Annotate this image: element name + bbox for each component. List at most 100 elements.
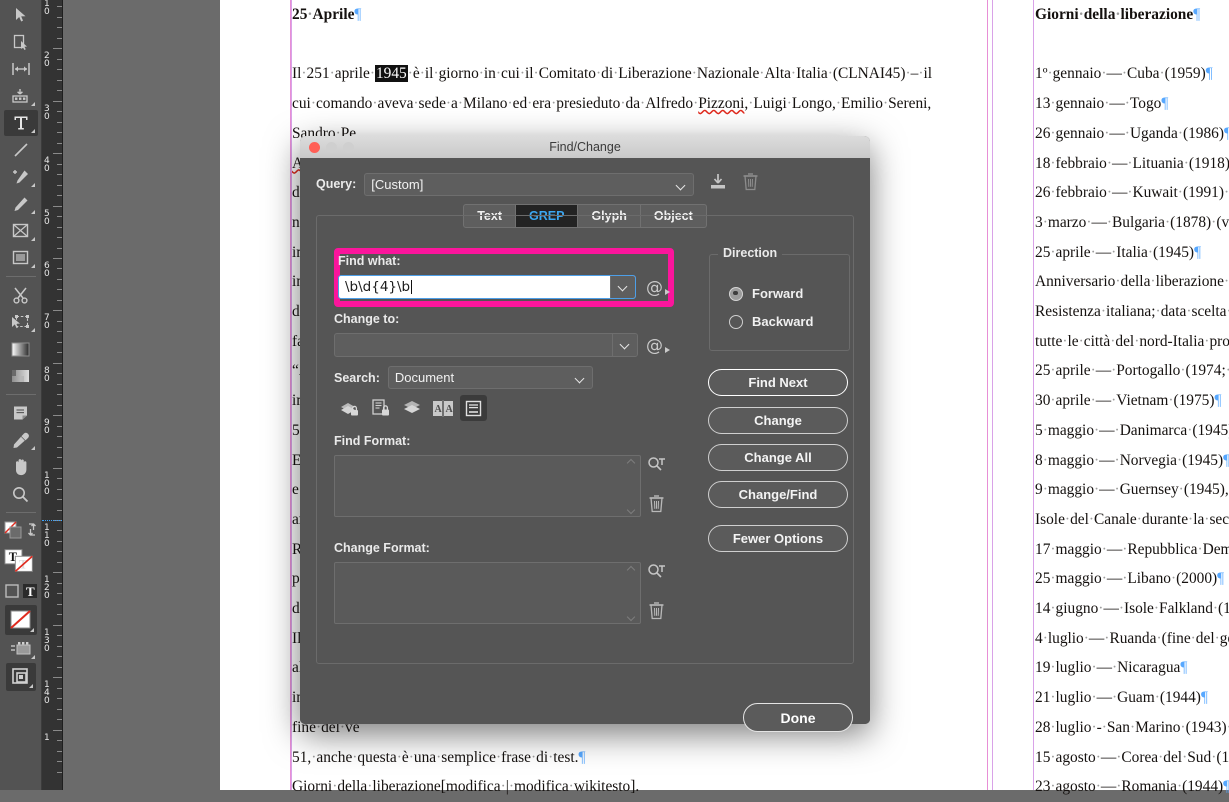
vertical-ruler[interactable]: 1020304050607080901001101201301401 — [42, 0, 63, 790]
selection-tool[interactable] — [4, 2, 38, 28]
ruler-tick — [57, 321, 62, 322]
change-format-clear-icon[interactable] — [648, 601, 665, 625]
find-what-dropdown[interactable] — [610, 276, 635, 298]
tool-flyout-corner — [31, 655, 35, 659]
find-next-button[interactable]: Find Next — [708, 369, 848, 396]
direction-backward-option[interactable]: Backward — [729, 314, 813, 329]
apply-none-swatch[interactable] — [5, 605, 37, 635]
ruler-tick — [53, 206, 62, 207]
type-tool[interactable] — [4, 110, 38, 136]
ruler-tick — [57, 38, 62, 39]
line-tool[interactable] — [4, 137, 38, 163]
done-button[interactable]: Done — [743, 703, 853, 732]
ruler-tick — [57, 709, 62, 710]
find-format-specify-icon[interactable] — [647, 456, 666, 480]
change-to-input[interactable] — [334, 333, 638, 357]
change-format-box[interactable] — [334, 562, 641, 624]
content-collector-tool[interactable] — [4, 83, 38, 109]
rectangle-tool[interactable] — [4, 245, 38, 271]
pen-tool[interactable] — [4, 164, 38, 190]
query-value: [Custom] — [371, 177, 423, 192]
screen-mode[interactable] — [6, 663, 36, 691]
normal-view-mode[interactable] — [4, 636, 38, 662]
ruler-tick — [53, 625, 62, 626]
document-line: 5·maggio·—·Danimarca·(1945),·Pae — [1035, 416, 1229, 446]
ruler-tick — [53, 468, 62, 469]
maximize-window-button[interactable] — [343, 142, 354, 153]
ruler-tick — [53, 572, 62, 573]
delete-query-icon[interactable] — [742, 172, 759, 196]
tool-flyout-corner — [31, 237, 35, 241]
ruler-tick — [57, 635, 62, 636]
ruler-tick — [57, 751, 62, 752]
include-master-pages-icon[interactable]: AA — [429, 395, 456, 421]
document-line: 17·maggio·—·Repubblica·Democrat — [1035, 535, 1229, 565]
direct-selection-tool[interactable] — [4, 29, 38, 55]
note-tool[interactable] — [4, 400, 38, 426]
minimize-window-button[interactable] — [326, 142, 337, 153]
find-what-special-chars-icon[interactable]: @ — [646, 278, 663, 298]
ruler-tick — [57, 268, 62, 269]
scroll-down-icon[interactable] — [628, 506, 637, 513]
fill-stroke-swap[interactable] — [4, 518, 38, 544]
ruler-tick — [53, 363, 62, 364]
include-footnotes-icon[interactable] — [460, 395, 487, 421]
find-what-input[interactable]: \b\d{4}\b — [338, 275, 636, 299]
direction-forward-option[interactable]: Forward — [729, 286, 803, 301]
text-column-right[interactable]: Giorni·della·liberazione¶x1º·gennaio·—·C… — [1035, 0, 1229, 802]
include-locked-layers-icon[interactable] — [336, 395, 363, 421]
query-label: Query: — [316, 177, 356, 191]
ruler-label: 90 — [44, 419, 58, 435]
direction-forward-label: Forward — [752, 286, 803, 301]
ruler-tick — [57, 384, 62, 385]
scroll-down-icon[interactable] — [628, 613, 637, 620]
include-locked-stories-icon[interactable] — [367, 395, 394, 421]
dialog-titlebar[interactable]: Find/Change — [300, 136, 870, 159]
change-format-specify-icon[interactable] — [647, 563, 666, 587]
radio-forward[interactable] — [729, 287, 743, 301]
pencil-tool[interactable] — [4, 191, 38, 217]
ruler-guide[interactable] — [42, 520, 62, 522]
tool-separator — [6, 512, 36, 513]
formatting-affects-container[interactable]: TT — [4, 545, 38, 577]
document-line: 23·agosto·—·Romania·(1944)¶ — [1035, 772, 1229, 802]
include-hidden-layers-icon[interactable] — [398, 395, 425, 421]
document-line: 26·gennaio·—·Uganda·(1986)¶ — [1035, 119, 1229, 149]
document-line: 25·aprile·—·Italia·(1945)¶ — [1035, 238, 1229, 268]
gap-tool[interactable] — [4, 56, 38, 82]
tool-flyout-corner — [31, 210, 35, 214]
document-line: cui·comando·aveva·sede·a·Milano·ed·era·p… — [292, 89, 992, 119]
frame-tool[interactable] — [4, 218, 38, 244]
scope-toggle-group[interactable]: AA — [336, 395, 487, 421]
change-button[interactable]: Change — [708, 407, 848, 434]
document-line: 25·Aprile¶ — [292, 0, 992, 30]
change-to-special-chars-icon[interactable]: @ — [646, 336, 663, 356]
find-format-box[interactable] — [334, 455, 641, 517]
query-select[interactable]: [Custom] — [364, 173, 694, 196]
gradient-feather-tool[interactable] — [4, 363, 38, 389]
find-format-clear-icon[interactable] — [648, 494, 665, 518]
change-all-button[interactable]: Change All — [708, 444, 848, 471]
zoom-tool[interactable] — [4, 481, 38, 507]
close-window-button[interactable] — [309, 142, 320, 153]
scroll-up-icon[interactable] — [628, 459, 637, 466]
fewer-options-button[interactable]: Fewer Options — [708, 525, 848, 552]
change-to-dropdown[interactable] — [612, 334, 637, 356]
scissors-tool[interactable] — [4, 282, 38, 308]
ruler-tick — [57, 405, 62, 406]
change-format-label: Change Format: — [334, 541, 430, 555]
tools-panel[interactable]: TT T — [0, 0, 42, 790]
search-scope-value: Document — [395, 370, 454, 385]
save-query-icon[interactable] — [708, 173, 728, 196]
search-scope-select[interactable]: Document — [388, 366, 593, 389]
change-find-button[interactable]: Change/Find — [708, 481, 848, 508]
ruler-tick — [57, 394, 62, 395]
free-transform-tool[interactable] — [4, 309, 38, 335]
hand-tool[interactable] — [4, 454, 38, 480]
ruler-tick — [57, 583, 62, 584]
radio-backward[interactable] — [729, 315, 743, 329]
scroll-up-icon[interactable] — [628, 566, 637, 573]
apply-none[interactable]: T — [4, 578, 38, 604]
eyedropper-tool[interactable] — [4, 427, 38, 453]
gradient-swatch-tool[interactable] — [4, 336, 38, 362]
